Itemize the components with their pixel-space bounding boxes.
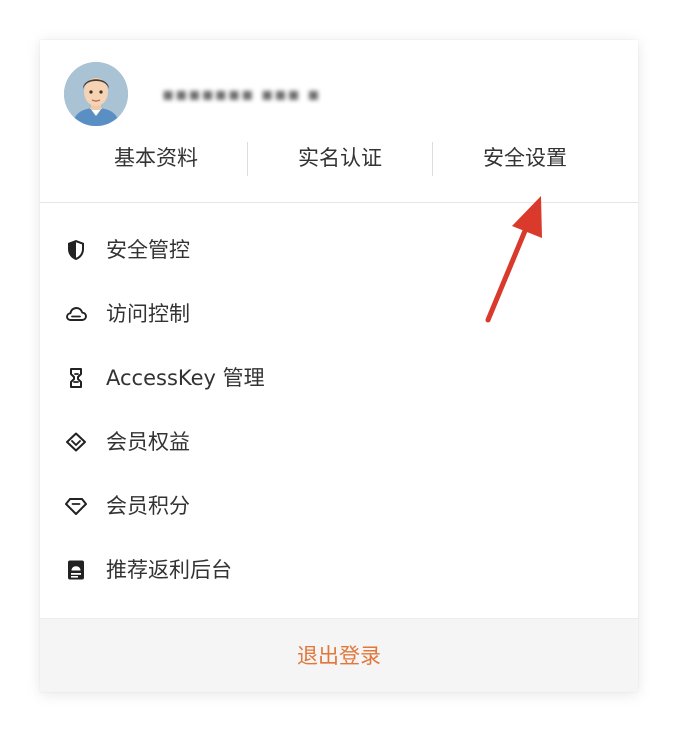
menu-item-member-benefits[interactable]: 会员权益 <box>40 418 638 466</box>
menu-item-security-control[interactable]: 安全管控 <box>40 226 638 274</box>
tab-security-settings[interactable]: 安全设置 <box>433 140 617 176</box>
menu-item-label: 安全管控 <box>106 238 190 262</box>
logout-button[interactable]: 退出登录 <box>40 619 638 692</box>
menu-item-access-control[interactable]: 访问控制 <box>40 290 638 338</box>
menu-item-label: 会员权益 <box>106 430 190 454</box>
menu-item-label: 访问控制 <box>106 302 190 326</box>
account-dropdown-panel: ▪▪▪▪▪▪▪ ▪▪▪ ▪ 基本资料 实名认证 安全设置 安全管控 访问控制 A… <box>40 40 638 692</box>
header-divider <box>40 202 638 203</box>
gem-icon <box>64 494 88 518</box>
tab-security-settings-label: 安全设置 <box>483 146 567 170</box>
username-masked: ▪▪▪▪▪▪▪ ▪▪▪ ▪ <box>162 84 352 104</box>
avatar[interactable] <box>64 62 128 126</box>
profile-header: ▪▪▪▪▪▪▪ ▪▪▪ ▪ 基本资料 实名认证 安全设置 <box>40 40 638 202</box>
menu-item-label: 会员积分 <box>106 494 190 518</box>
tab-real-name-auth-label: 实名认证 <box>298 146 382 170</box>
profile-tabs: 基本资料 实名认证 安全设置 <box>40 140 638 176</box>
tab-basic-info-label: 基本资料 <box>114 146 198 170</box>
username-text: ▪▪▪▪▪▪▪ ▪▪▪ ▪ <box>162 84 321 104</box>
tab-basic-info[interactable]: 基本资料 <box>64 140 248 176</box>
menu-item-label: 推荐返利后台 <box>106 558 232 582</box>
cloud-icon <box>64 302 88 326</box>
panel-footer: 退出登录 <box>40 618 638 692</box>
diamond-outline-icon <box>64 430 88 454</box>
menu-item-member-points[interactable]: 会员积分 <box>40 482 638 530</box>
menu-item-accesskey-management[interactable]: AccessKey 管理 <box>40 354 638 402</box>
menu-item-label: AccessKey 管理 <box>106 366 265 390</box>
key-bracket-icon <box>64 366 88 390</box>
menu-item-referral-rebate[interactable]: 推荐返利后台 <box>40 546 638 594</box>
rebate-panel-icon <box>64 558 88 582</box>
tab-real-name-auth[interactable]: 实名认证 <box>248 140 432 176</box>
shield-icon <box>64 238 88 262</box>
